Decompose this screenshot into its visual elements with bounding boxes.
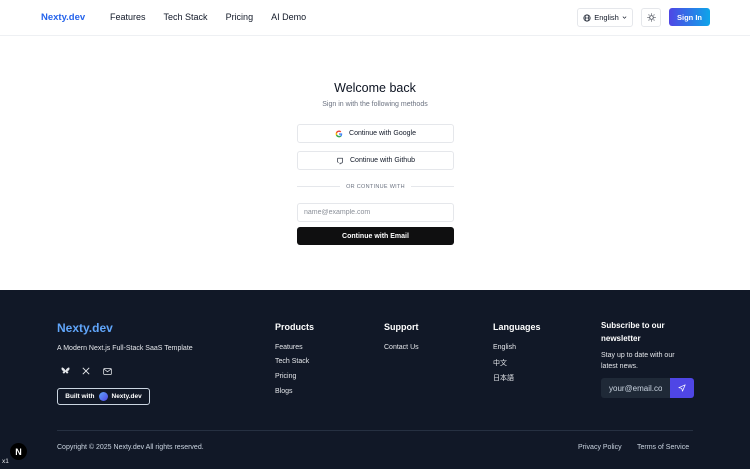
nexty-logo-icon bbox=[98, 392, 108, 401]
site-footer: Nexty.dev A Modern Next.js Full-Stack Sa… bbox=[0, 290, 750, 469]
products-heading: Products bbox=[275, 322, 315, 332]
language-label: English bbox=[594, 13, 619, 22]
built-with-label: Built with bbox=[65, 393, 95, 400]
send-icon bbox=[678, 384, 686, 392]
google-signin-button[interactable]: Continue with Google bbox=[297, 124, 454, 143]
github-signin-button[interactable]: Continue with Github bbox=[297, 151, 454, 170]
mail-icon[interactable] bbox=[102, 366, 112, 376]
footer-divider bbox=[57, 430, 693, 431]
terms-of-service-link[interactable]: Terms of Service bbox=[637, 444, 689, 451]
newsletter-heading: Subscribe to our newsletter bbox=[601, 321, 665, 343]
main-nav: Features Tech Stack Pricing AI Demo bbox=[110, 12, 324, 22]
x-icon[interactable] bbox=[81, 366, 91, 376]
email-input[interactable] bbox=[297, 203, 454, 222]
footer-link-contact[interactable]: Contact Us bbox=[384, 344, 419, 351]
newsletter-email-input[interactable] bbox=[601, 378, 670, 398]
footer-logo[interactable]: Nexty.dev bbox=[57, 321, 113, 335]
nav-features[interactable]: Features bbox=[110, 12, 146, 22]
page-subtitle: Sign in with the following methods bbox=[322, 101, 428, 108]
divider-text: OR CONTINUE WITH bbox=[346, 183, 405, 190]
sign-in-button[interactable]: Sign In bbox=[669, 8, 710, 26]
globe-icon bbox=[583, 13, 591, 22]
language-select[interactable]: English bbox=[577, 8, 633, 27]
built-with-badge[interactable]: Built with Nexty.dev bbox=[57, 388, 150, 405]
github-signin-label: Continue with Github bbox=[350, 157, 415, 164]
built-with-name: Nexty.dev bbox=[111, 393, 142, 400]
footer-tagline: A Modern Next.js Full-Stack SaaS Templat… bbox=[57, 345, 193, 352]
divider-line-right bbox=[410, 186, 455, 187]
nav-ai-demo[interactable]: AI Demo bbox=[271, 12, 306, 22]
page-title: Welcome back bbox=[334, 81, 416, 95]
newsletter-submit-button[interactable] bbox=[670, 378, 694, 398]
languages-heading: Languages bbox=[493, 322, 541, 332]
theme-toggle-button[interactable] bbox=[641, 8, 661, 27]
nav-tech-stack[interactable]: Tech Stack bbox=[164, 12, 208, 22]
footer-lang-japanese[interactable]: 日本語 bbox=[493, 373, 514, 383]
continue-with-email-button[interactable]: Continue with Email bbox=[297, 227, 454, 245]
footer-link-blogs[interactable]: Blogs bbox=[275, 388, 293, 395]
support-heading: Support bbox=[384, 322, 419, 332]
google-icon bbox=[335, 130, 343, 137]
privacy-policy-link[interactable]: Privacy Policy bbox=[578, 444, 622, 451]
github-icon bbox=[337, 157, 343, 164]
footer-lang-english[interactable]: English bbox=[493, 344, 516, 351]
site-logo[interactable]: Nexty.dev bbox=[41, 12, 85, 23]
corner-label: x1 bbox=[2, 458, 9, 465]
google-signin-label: Continue with Google bbox=[349, 130, 416, 137]
chevron-down-icon bbox=[622, 16, 627, 19]
social-links bbox=[60, 366, 112, 376]
or-divider: OR CONTINUE WITH bbox=[297, 182, 455, 191]
footer-link-pricing[interactable]: Pricing bbox=[275, 373, 296, 380]
footer-link-features[interactable]: Features bbox=[275, 344, 303, 351]
nav-pricing[interactable]: Pricing bbox=[226, 12, 254, 22]
divider-line-left bbox=[297, 186, 341, 187]
newsletter-subtext: Stay up to date with our latest news. bbox=[601, 352, 675, 370]
footer-link-tech-stack[interactable]: Tech Stack bbox=[275, 358, 309, 365]
footer-lang-chinese[interactable]: 中文 bbox=[493, 358, 507, 368]
bluesky-icon[interactable] bbox=[60, 366, 70, 376]
nextjs-dev-badge[interactable]: N bbox=[10, 443, 27, 460]
site-header: Nexty.dev Features Tech Stack Pricing AI… bbox=[0, 0, 750, 36]
sun-icon bbox=[646, 13, 656, 22]
copyright-text: Copyright © 2025 Nexty.dev All rights re… bbox=[57, 444, 204, 451]
